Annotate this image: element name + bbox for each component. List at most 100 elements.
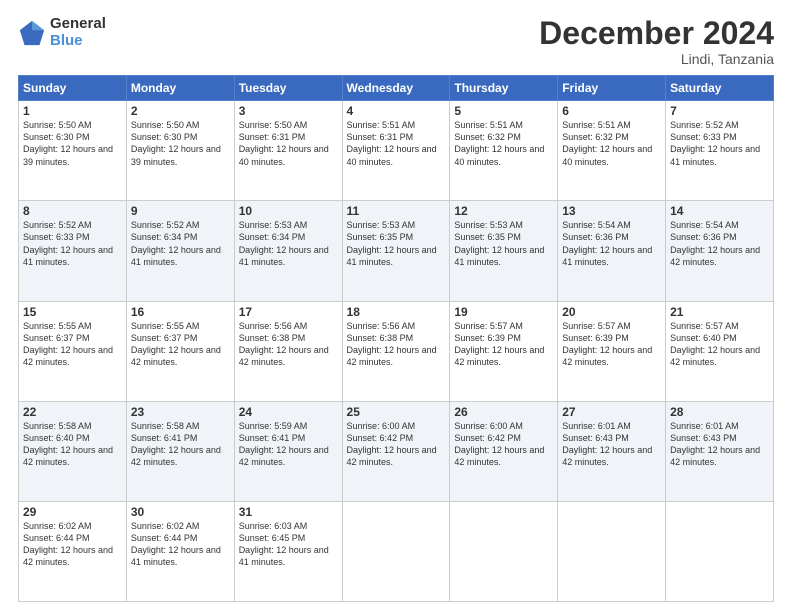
- day-number: 18: [347, 305, 446, 319]
- calendar-cell: 31 Sunrise: 6:03 AMSunset: 6:45 PMDaylig…: [234, 501, 342, 601]
- day-number: 30: [131, 505, 230, 519]
- day-info: Sunrise: 5:56 AMSunset: 6:38 PMDaylight:…: [239, 320, 338, 369]
- calendar-cell: 18 Sunrise: 5:56 AMSunset: 6:38 PMDaylig…: [342, 301, 450, 401]
- calendar-cell: 7 Sunrise: 5:52 AMSunset: 6:33 PMDayligh…: [666, 101, 774, 201]
- day-number: 5: [454, 104, 553, 118]
- calendar-cell: 12 Sunrise: 5:53 AMSunset: 6:35 PMDaylig…: [450, 201, 558, 301]
- day-number: 9: [131, 204, 230, 218]
- calendar-cell: 16 Sunrise: 5:55 AMSunset: 6:37 PMDaylig…: [126, 301, 234, 401]
- logo-text: General Blue: [50, 16, 106, 49]
- calendar-cell: 19 Sunrise: 5:57 AMSunset: 6:39 PMDaylig…: [450, 301, 558, 401]
- calendar-table: Sunday Monday Tuesday Wednesday Thursday…: [18, 75, 774, 602]
- calendar-cell: 26 Sunrise: 6:00 AMSunset: 6:42 PMDaylig…: [450, 401, 558, 501]
- day-info: Sunrise: 5:53 AMSunset: 6:35 PMDaylight:…: [454, 219, 553, 268]
- calendar-week-1: 1 Sunrise: 5:50 AMSunset: 6:30 PMDayligh…: [19, 101, 774, 201]
- location: Lindi, Tanzania: [539, 51, 774, 67]
- col-saturday: Saturday: [666, 76, 774, 101]
- calendar-week-4: 22 Sunrise: 5:58 AMSunset: 6:40 PMDaylig…: [19, 401, 774, 501]
- calendar-week-3: 15 Sunrise: 5:55 AMSunset: 6:37 PMDaylig…: [19, 301, 774, 401]
- day-number: 11: [347, 204, 446, 218]
- day-info: Sunrise: 5:52 AMSunset: 6:33 PMDaylight:…: [23, 219, 122, 268]
- day-info: Sunrise: 5:57 AMSunset: 6:39 PMDaylight:…: [454, 320, 553, 369]
- day-info: Sunrise: 5:55 AMSunset: 6:37 PMDaylight:…: [131, 320, 230, 369]
- day-info: Sunrise: 5:54 AMSunset: 6:36 PMDaylight:…: [562, 219, 661, 268]
- day-info: Sunrise: 6:03 AMSunset: 6:45 PMDaylight:…: [239, 520, 338, 569]
- col-friday: Friday: [558, 76, 666, 101]
- logo-icon: [18, 19, 46, 47]
- day-info: Sunrise: 6:00 AMSunset: 6:42 PMDaylight:…: [454, 420, 553, 469]
- day-number: 2: [131, 104, 230, 118]
- day-info: Sunrise: 5:56 AMSunset: 6:38 PMDaylight:…: [347, 320, 446, 369]
- calendar-cell: 6 Sunrise: 5:51 AMSunset: 6:32 PMDayligh…: [558, 101, 666, 201]
- day-number: 3: [239, 104, 338, 118]
- day-info: Sunrise: 5:55 AMSunset: 6:37 PMDaylight:…: [23, 320, 122, 369]
- day-number: 31: [239, 505, 338, 519]
- calendar-cell: 28 Sunrise: 6:01 AMSunset: 6:43 PMDaylig…: [666, 401, 774, 501]
- day-info: Sunrise: 5:57 AMSunset: 6:39 PMDaylight:…: [562, 320, 661, 369]
- calendar-cell: 21 Sunrise: 5:57 AMSunset: 6:40 PMDaylig…: [666, 301, 774, 401]
- day-info: Sunrise: 6:01 AMSunset: 6:43 PMDaylight:…: [670, 420, 769, 469]
- logo: General Blue: [18, 16, 106, 49]
- calendar-cell: 30 Sunrise: 6:02 AMSunset: 6:44 PMDaylig…: [126, 501, 234, 601]
- day-number: 4: [347, 104, 446, 118]
- col-thursday: Thursday: [450, 76, 558, 101]
- day-info: Sunrise: 5:51 AMSunset: 6:32 PMDaylight:…: [562, 119, 661, 168]
- calendar-cell: 4 Sunrise: 5:51 AMSunset: 6:31 PMDayligh…: [342, 101, 450, 201]
- day-info: Sunrise: 6:00 AMSunset: 6:42 PMDaylight:…: [347, 420, 446, 469]
- calendar-cell: 15 Sunrise: 5:55 AMSunset: 6:37 PMDaylig…: [19, 301, 127, 401]
- calendar-week-2: 8 Sunrise: 5:52 AMSunset: 6:33 PMDayligh…: [19, 201, 774, 301]
- day-number: 19: [454, 305, 553, 319]
- col-tuesday: Tuesday: [234, 76, 342, 101]
- day-info: Sunrise: 5:50 AMSunset: 6:31 PMDaylight:…: [239, 119, 338, 168]
- calendar-cell: 17 Sunrise: 5:56 AMSunset: 6:38 PMDaylig…: [234, 301, 342, 401]
- calendar-cell: 10 Sunrise: 5:53 AMSunset: 6:34 PMDaylig…: [234, 201, 342, 301]
- day-info: Sunrise: 5:59 AMSunset: 6:41 PMDaylight:…: [239, 420, 338, 469]
- day-number: 17: [239, 305, 338, 319]
- day-number: 28: [670, 405, 769, 419]
- calendar-cell: 11 Sunrise: 5:53 AMSunset: 6:35 PMDaylig…: [342, 201, 450, 301]
- day-number: 16: [131, 305, 230, 319]
- day-info: Sunrise: 5:52 AMSunset: 6:33 PMDaylight:…: [670, 119, 769, 168]
- day-info: Sunrise: 5:54 AMSunset: 6:36 PMDaylight:…: [670, 219, 769, 268]
- calendar-cell: [342, 501, 450, 601]
- logo-general-text: General: [50, 16, 106, 33]
- day-number: 8: [23, 204, 122, 218]
- header-row: Sunday Monday Tuesday Wednesday Thursday…: [19, 76, 774, 101]
- day-info: Sunrise: 5:57 AMSunset: 6:40 PMDaylight:…: [670, 320, 769, 369]
- day-info: Sunrise: 5:52 AMSunset: 6:34 PMDaylight:…: [131, 219, 230, 268]
- day-info: Sunrise: 6:02 AMSunset: 6:44 PMDaylight:…: [131, 520, 230, 569]
- calendar-cell: [450, 501, 558, 601]
- day-number: 26: [454, 405, 553, 419]
- day-number: 10: [239, 204, 338, 218]
- calendar-week-5: 29 Sunrise: 6:02 AMSunset: 6:44 PMDaylig…: [19, 501, 774, 601]
- calendar-cell: 20 Sunrise: 5:57 AMSunset: 6:39 PMDaylig…: [558, 301, 666, 401]
- logo-blue-text: Blue: [50, 33, 106, 50]
- day-number: 6: [562, 104, 661, 118]
- day-number: 25: [347, 405, 446, 419]
- day-number: 12: [454, 204, 553, 218]
- calendar-cell: 2 Sunrise: 5:50 AMSunset: 6:30 PMDayligh…: [126, 101, 234, 201]
- day-info: Sunrise: 5:58 AMSunset: 6:41 PMDaylight:…: [131, 420, 230, 469]
- day-number: 23: [131, 405, 230, 419]
- calendar-cell: 14 Sunrise: 5:54 AMSunset: 6:36 PMDaylig…: [666, 201, 774, 301]
- month-title: December 2024: [539, 16, 774, 51]
- col-sunday: Sunday: [19, 76, 127, 101]
- day-number: 29: [23, 505, 122, 519]
- day-number: 13: [562, 204, 661, 218]
- calendar-cell: 1 Sunrise: 5:50 AMSunset: 6:30 PMDayligh…: [19, 101, 127, 201]
- calendar-cell: 24 Sunrise: 5:59 AMSunset: 6:41 PMDaylig…: [234, 401, 342, 501]
- day-number: 21: [670, 305, 769, 319]
- day-info: Sunrise: 5:51 AMSunset: 6:31 PMDaylight:…: [347, 119, 446, 168]
- day-info: Sunrise: 6:01 AMSunset: 6:43 PMDaylight:…: [562, 420, 661, 469]
- day-info: Sunrise: 5:53 AMSunset: 6:34 PMDaylight:…: [239, 219, 338, 268]
- day-info: Sunrise: 5:51 AMSunset: 6:32 PMDaylight:…: [454, 119, 553, 168]
- col-wednesday: Wednesday: [342, 76, 450, 101]
- day-number: 1: [23, 104, 122, 118]
- calendar-cell: 8 Sunrise: 5:52 AMSunset: 6:33 PMDayligh…: [19, 201, 127, 301]
- day-info: Sunrise: 5:53 AMSunset: 6:35 PMDaylight:…: [347, 219, 446, 268]
- day-number: 27: [562, 405, 661, 419]
- day-number: 15: [23, 305, 122, 319]
- calendar-cell: 23 Sunrise: 5:58 AMSunset: 6:41 PMDaylig…: [126, 401, 234, 501]
- calendar-cell: 27 Sunrise: 6:01 AMSunset: 6:43 PMDaylig…: [558, 401, 666, 501]
- day-info: Sunrise: 5:50 AMSunset: 6:30 PMDaylight:…: [23, 119, 122, 168]
